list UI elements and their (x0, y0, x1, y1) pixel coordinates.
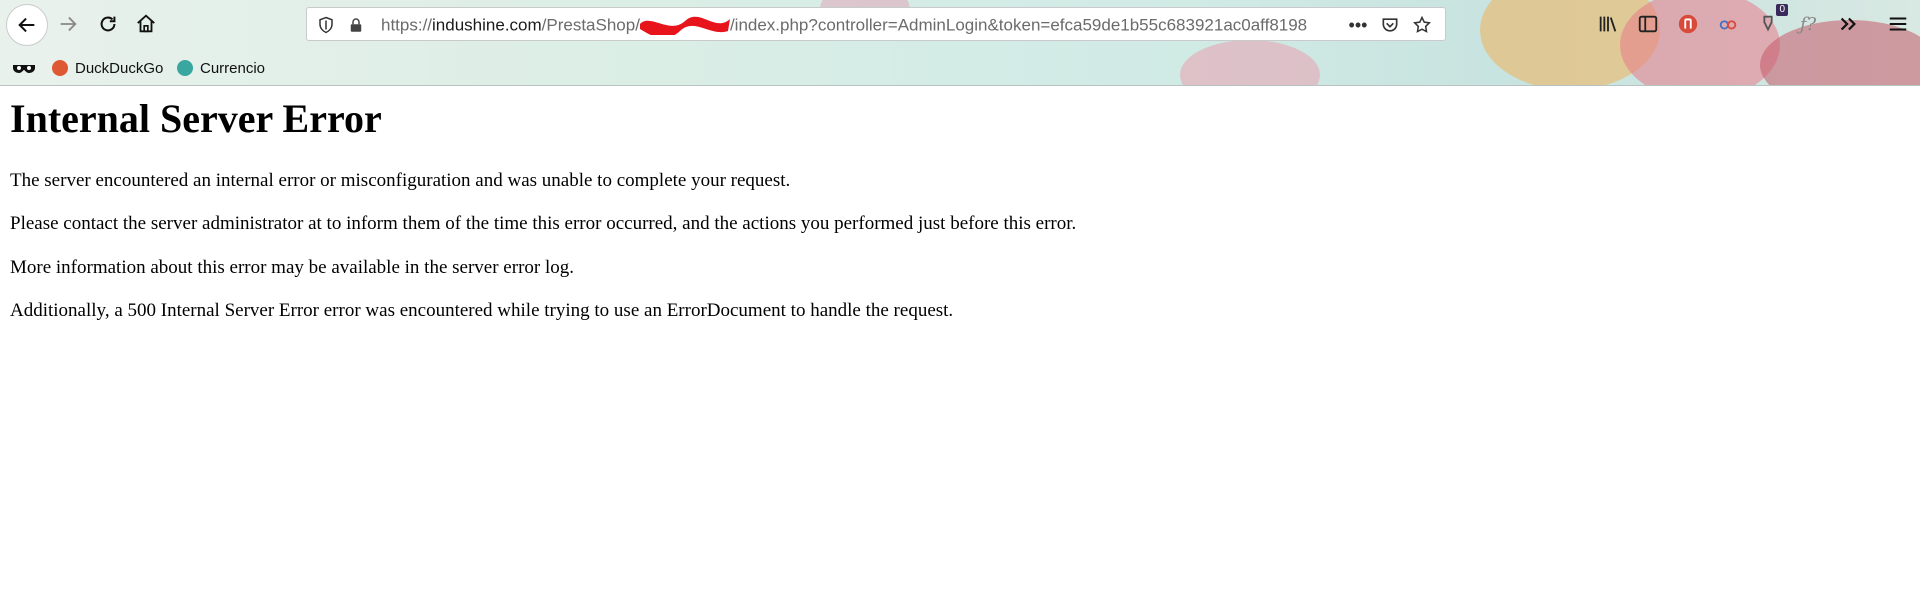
forward-arrow-icon (60, 16, 77, 32)
url-text[interactable]: https://indushine.com/PrestaShop//index.… (381, 15, 1341, 37)
overflow-menu-icon[interactable] (1834, 10, 1862, 38)
bookmark-currencio[interactable]: Currencio (177, 56, 265, 80)
error-paragraph: Please contact the server administrator … (10, 213, 1077, 234)
redaction-mark (639, 15, 730, 37)
bookmark-duckduckgo[interactable]: DuckDuckGo (52, 56, 163, 80)
reload-icon (100, 16, 116, 32)
tracking-protection-icon[interactable] (315, 14, 337, 36)
home-icon (137, 14, 155, 33)
page-actions-icon[interactable]: ••• (1347, 14, 1369, 36)
lock-icon[interactable] (345, 14, 367, 36)
hamburger-menu-icon[interactable] (1884, 10, 1912, 38)
sidebar-icon[interactable] (1634, 10, 1662, 38)
error-paragraph: Additionally, a 500 Internal Server Erro… (10, 300, 954, 321)
library-icon[interactable] (1594, 10, 1622, 38)
bookmark-label: Currencio (200, 59, 266, 77)
browser-chrome: https://indushine.com/PrestaShop//index.… (0, 0, 1920, 86)
url-bar[interactable]: https://indushine.com/PrestaShop//index.… (306, 7, 1446, 41)
duckduckgo-icon (52, 60, 68, 76)
bookmark-star-icon[interactable] (1411, 14, 1433, 36)
back-arrow-icon (18, 17, 35, 33)
theme-artwork (1180, 40, 1320, 85)
page-title: Internal Server Error (10, 96, 382, 141)
error-paragraph: The server encountered an internal error… (10, 170, 791, 191)
bookmarks-toolbar: DuckDuckGo Currencio (0, 56, 600, 82)
home-button[interactable] (128, 6, 164, 42)
mask-icon[interactable] (12, 56, 36, 80)
pocket-icon[interactable] (1379, 14, 1401, 36)
badge-count: 0 (1776, 4, 1788, 16)
extension-icon[interactable]: 0 (1754, 4, 1788, 38)
reload-button[interactable] (90, 6, 126, 42)
forward-button[interactable] (50, 6, 86, 42)
error-paragraph: More information about this error may be… (10, 257, 574, 278)
currencio-icon (177, 60, 193, 76)
extension-icon[interactable]: ƒ? (1794, 10, 1822, 38)
extension-icon[interactable] (1674, 10, 1702, 38)
page-content: Internal Server Error The server encount… (10, 85, 1900, 321)
extension-icon[interactable] (1714, 10, 1742, 38)
bookmark-label: DuckDuckGo (75, 59, 164, 77)
back-button[interactable] (6, 4, 48, 46)
